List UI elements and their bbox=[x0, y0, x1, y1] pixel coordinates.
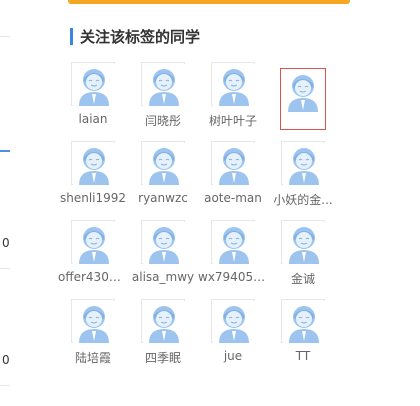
user-avatar[interactable] bbox=[141, 62, 185, 106]
left-count: 0 bbox=[2, 236, 10, 250]
user-name-link[interactable]: 树叶叶子 bbox=[198, 112, 268, 129]
user-avatar[interactable] bbox=[211, 141, 255, 185]
user-card[interactable]: wx794057... bbox=[198, 220, 268, 284]
user-name-link[interactable]: shenli1992 bbox=[58, 191, 128, 205]
user-card[interactable]: 四季眠 bbox=[128, 299, 198, 366]
user-avatar-icon bbox=[213, 64, 255, 106]
divider bbox=[0, 36, 10, 37]
user-avatar[interactable] bbox=[281, 141, 325, 185]
user-avatar[interactable] bbox=[281, 220, 325, 264]
divider bbox=[0, 268, 10, 269]
user-avatar-icon bbox=[73, 143, 115, 185]
user-name-link[interactable]: ryanwzc bbox=[128, 191, 198, 205]
user-card[interactable]: shenli1992 bbox=[58, 141, 128, 205]
user-avatar[interactable] bbox=[71, 220, 115, 264]
divider bbox=[0, 385, 10, 386]
user-card[interactable]: 小妖的金... bbox=[268, 141, 338, 208]
user-card[interactable]: alisa_mwy bbox=[128, 220, 198, 284]
user-avatar-icon bbox=[73, 301, 115, 343]
user-avatar-icon bbox=[73, 222, 115, 264]
user-avatar[interactable] bbox=[211, 220, 255, 264]
user-avatar[interactable] bbox=[141, 220, 185, 264]
user-name-link[interactable]: 金诚 bbox=[268, 270, 338, 287]
user-name-link[interactable]: wx794057... bbox=[198, 270, 268, 284]
active-indicator bbox=[0, 150, 10, 152]
section-header: 关注该标签的同学 bbox=[70, 26, 200, 46]
user-card[interactable]: aote-man bbox=[198, 141, 268, 205]
user-name-link[interactable]: 四季眠 bbox=[128, 349, 198, 366]
user-avatar-icon bbox=[282, 70, 324, 112]
user-avatar-icon bbox=[283, 222, 325, 264]
user-avatar-icon bbox=[143, 143, 185, 185]
user-card[interactable]: 树叶叶子 bbox=[198, 62, 268, 129]
user-name-link[interactable]: 陆培霞 bbox=[58, 349, 128, 366]
user-name-link[interactable]: alisa_mwy bbox=[128, 270, 198, 284]
user-card[interactable]: laian bbox=[58, 62, 128, 126]
user-avatar[interactable] bbox=[71, 299, 115, 343]
user-card[interactable]: offer430306 bbox=[58, 220, 128, 284]
user-card[interactable]: 闫晓彤 bbox=[128, 62, 198, 129]
user-name-link[interactable]: laian bbox=[58, 112, 128, 126]
user-avatar[interactable] bbox=[280, 68, 326, 130]
user-card[interactable]: alwing bbox=[268, 62, 338, 130]
user-avatar-icon bbox=[283, 301, 325, 343]
user-avatar-icon bbox=[213, 143, 255, 185]
user-avatar-icon bbox=[213, 301, 255, 343]
user-name-link[interactable]: aote-man bbox=[198, 191, 268, 205]
user-avatar-icon bbox=[283, 143, 325, 185]
user-avatar[interactable] bbox=[141, 141, 185, 185]
user-avatar[interactable] bbox=[211, 62, 255, 106]
user-avatar-icon bbox=[143, 301, 185, 343]
user-name-link[interactable]: TT bbox=[268, 349, 338, 363]
user-card[interactable]: jue bbox=[198, 299, 268, 363]
section-title: 关注该标签的同学 bbox=[80, 27, 201, 46]
user-avatar[interactable] bbox=[281, 299, 325, 343]
user-name-link[interactable]: offer430306 bbox=[58, 270, 128, 284]
user-name-link[interactable]: 闫晓彤 bbox=[128, 112, 198, 129]
top-accent-bar bbox=[68, 0, 350, 4]
user-name-link[interactable]: 小妖的金... bbox=[268, 191, 338, 208]
user-avatar[interactable] bbox=[141, 299, 185, 343]
user-avatar[interactable] bbox=[211, 299, 255, 343]
user-avatar-icon bbox=[213, 222, 255, 264]
user-card[interactable]: ryanwzc bbox=[128, 141, 198, 205]
user-avatar[interactable] bbox=[71, 141, 115, 185]
user-card[interactable]: 金诚 bbox=[268, 220, 338, 287]
user-avatar[interactable] bbox=[71, 62, 115, 106]
user-avatar-icon bbox=[73, 64, 115, 106]
title-accent bbox=[70, 27, 73, 45]
user-avatar-icon bbox=[143, 222, 185, 264]
user-card[interactable]: 陆培霞 bbox=[58, 299, 128, 366]
user-avatar-icon bbox=[143, 64, 185, 106]
left-count: 0 bbox=[2, 353, 10, 367]
user-card[interactable]: TT bbox=[268, 299, 338, 363]
user-name-link[interactable]: jue bbox=[198, 349, 268, 363]
